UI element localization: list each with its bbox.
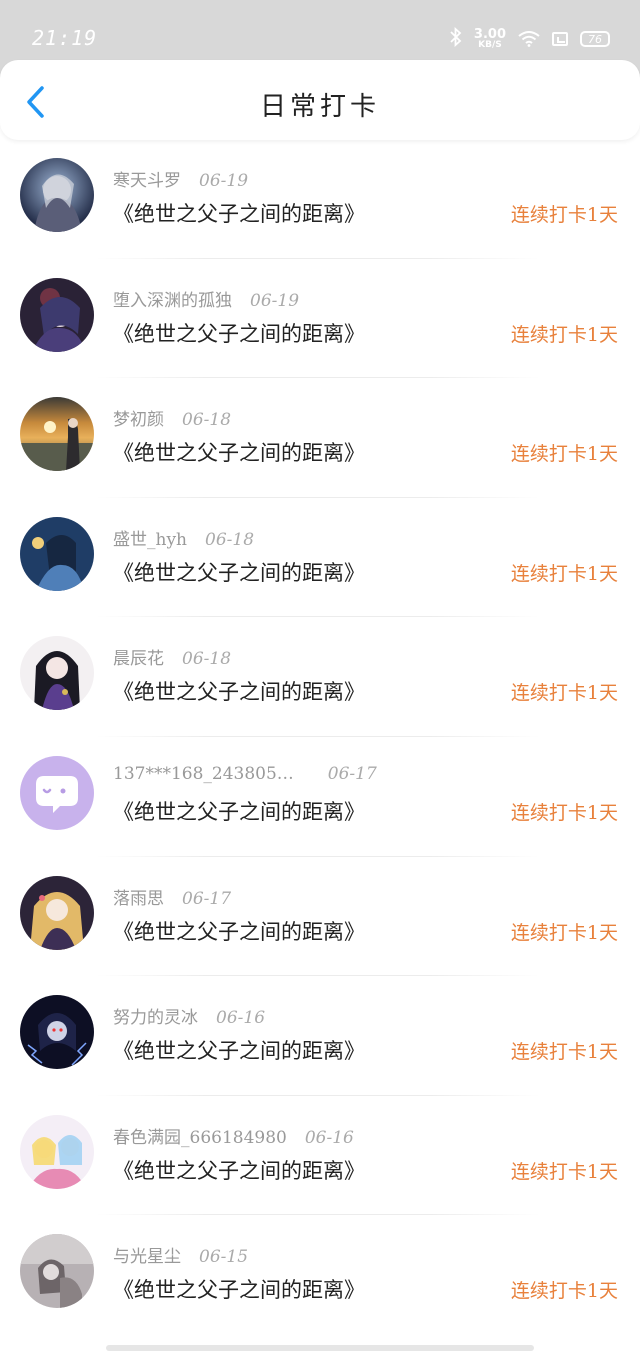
- list-item[interactable]: 寒天斗罗 06-19 《绝世之父子之间的距离》 连续打卡1天: [0, 142, 640, 262]
- book-title[interactable]: 《绝世之父子之间的距离》: [113, 557, 365, 587]
- scroll-indicator: [106, 1345, 534, 1351]
- avatar[interactable]: [20, 158, 94, 232]
- wifi-icon: [518, 31, 540, 47]
- avatar[interactable]: [20, 755, 94, 830]
- checkin-list: 寒天斗罗 06-19 《绝世之父子之间的距离》 连续打卡1天 堕入深渊的孤独 06-…: [0, 142, 640, 1338]
- streak-label: 连续打卡1天: [510, 682, 618, 705]
- checkin-date: 06-19: [250, 290, 300, 311]
- book-title[interactable]: 《绝世之父子之间的距离》: [113, 676, 365, 706]
- username[interactable]: 努力的灵冰: [113, 1008, 198, 1028]
- book-title[interactable]: 《绝世之父子之间的距离》: [113, 198, 365, 228]
- checkin-date: 06-17: [327, 763, 377, 784]
- entry-meta: 与光星尘 06-15: [113, 1242, 248, 1267]
- divider: [96, 1094, 540, 1096]
- avatar[interactable]: [20, 516, 94, 591]
- book-title[interactable]: 《绝世之父子之间的距离》: [113, 796, 365, 826]
- checkin-date: 06-16: [304, 1127, 354, 1148]
- book-title[interactable]: 《绝世之父子之间的距离》: [113, 1035, 365, 1065]
- entry-meta: 落雨思 06-17: [113, 884, 231, 909]
- checkin-date: 06-17: [182, 888, 232, 909]
- status-time: 21:19: [32, 26, 98, 50]
- avatar[interactable]: [20, 277, 94, 352]
- list-item[interactable]: 盛世_hyh 06-18 《绝世之父子之间的距离》 连续打卡1天: [0, 501, 640, 621]
- list-item[interactable]: 137***168_243805… 06-17 《绝世之父子之间的距离》 连续打卡…: [0, 740, 640, 860]
- streak-label: 连续打卡1天: [510, 562, 618, 585]
- checkin-date: 06-15: [199, 1247, 249, 1268]
- status-icons: 3.00 KB/S 76: [450, 24, 610, 54]
- username[interactable]: 与光星尘: [113, 1247, 181, 1267]
- entry-meta: 137***168_243805… 06-17: [113, 764, 377, 784]
- book-title[interactable]: 《绝世之父子之间的距离》: [113, 318, 365, 348]
- streak-label: 连续打卡1天: [510, 1041, 618, 1064]
- book-title[interactable]: 《绝世之父子之间的距离》: [113, 437, 365, 467]
- checkin-date: 06-19: [199, 171, 249, 191]
- avatar[interactable]: [20, 995, 94, 1070]
- bluetooth-icon: [450, 26, 462, 52]
- checkin-date: 06-18: [182, 649, 232, 670]
- avatar[interactable]: [20, 397, 94, 472]
- streak-label: 连续打卡1天: [510, 1280, 618, 1303]
- username[interactable]: 晨辰花: [113, 649, 164, 669]
- entry-meta: 盛世_hyh 06-18: [113, 525, 254, 550]
- streak-label: 连续打卡1天: [510, 921, 618, 944]
- username[interactable]: 春色满园_666184980: [113, 1128, 287, 1148]
- book-title[interactable]: 《绝世之父子之间的距离》: [113, 916, 365, 946]
- entry-meta: 晨辰花 06-18: [113, 644, 231, 669]
- list-item[interactable]: 与光星尘 06-15 《绝世之父子之间的距离》 连续打卡1天: [0, 1218, 640, 1338]
- divider: [96, 616, 540, 618]
- checkin-date: 06-18: [182, 410, 232, 431]
- avatar[interactable]: [20, 636, 94, 711]
- list-item[interactable]: 努力的灵冰 06-16 《绝世之父子之间的距离》 连续打卡1天: [0, 979, 640, 1099]
- book-title[interactable]: 《绝世之父子之间的距离》: [113, 1274, 365, 1304]
- divider: [96, 855, 540, 857]
- divider: [96, 735, 540, 737]
- list-item[interactable]: 梦初颜 06-18 《绝世之父子之间的距离》 连续打卡1天: [0, 381, 640, 501]
- username[interactable]: 堕入深渊的孤独: [113, 291, 232, 311]
- divider: [96, 257, 540, 259]
- streak-label: 连续打卡1天: [510, 801, 618, 824]
- page-title: 日常打卡: [259, 92, 380, 122]
- checkin-date: 06-18: [205, 529, 255, 550]
- battery-icon: 76: [580, 31, 610, 47]
- checkin-date: 06-16: [216, 1008, 266, 1029]
- divider: [96, 975, 540, 977]
- avatar[interactable]: [20, 1114, 94, 1189]
- divider: [96, 377, 540, 379]
- streak-label: 连续打卡1天: [510, 443, 618, 466]
- book-title[interactable]: 《绝世之父子之间的距离》: [113, 1155, 365, 1185]
- username[interactable]: 梦初颜: [113, 410, 164, 430]
- divider: [96, 496, 540, 498]
- entry-meta: 寒天斗罗 06-19: [113, 166, 248, 191]
- username[interactable]: 寒天斗罗: [113, 171, 181, 191]
- username[interactable]: 盛世_hyh: [113, 530, 187, 550]
- avatar[interactable]: [20, 875, 94, 950]
- list-item[interactable]: 春色满园_666184980 06-16 《绝世之父子之间的距离》 连续打卡1天: [0, 1099, 640, 1219]
- avatar[interactable]: [20, 1234, 94, 1309]
- divider: [96, 1214, 540, 1216]
- streak-label: 连续打卡1天: [510, 204, 618, 226]
- streak-label: 连续打卡1天: [510, 1160, 618, 1183]
- entry-meta: 梦初颜 06-18: [113, 405, 231, 430]
- username[interactable]: 137***168_243805…: [113, 764, 294, 784]
- list-item[interactable]: 晨辰花 06-18 《绝世之父子之间的距离》 连续打卡1天: [0, 620, 640, 740]
- entry-meta: 堕入深渊的孤独 06-19: [113, 286, 299, 311]
- streak-label: 连续打卡1天: [510, 323, 618, 346]
- network-speed-unit: KB/S: [478, 40, 502, 50]
- list-item[interactable]: 落雨思 06-17 《绝世之父子之间的距离》 连续打卡1天: [0, 860, 640, 980]
- entry-meta: 春色满园_666184980 06-16: [113, 1123, 354, 1148]
- entry-meta: 努力的灵冰 06-16: [113, 1003, 265, 1028]
- sim-icon: [552, 32, 568, 46]
- network-speed: 3.00 KB/S: [474, 28, 506, 50]
- nav-header: 日常打卡: [0, 60, 640, 140]
- username[interactable]: 落雨思: [113, 889, 164, 909]
- list-item[interactable]: 堕入深渊的孤独 06-19 《绝世之父子之间的距离》 连续打卡1天: [0, 262, 640, 382]
